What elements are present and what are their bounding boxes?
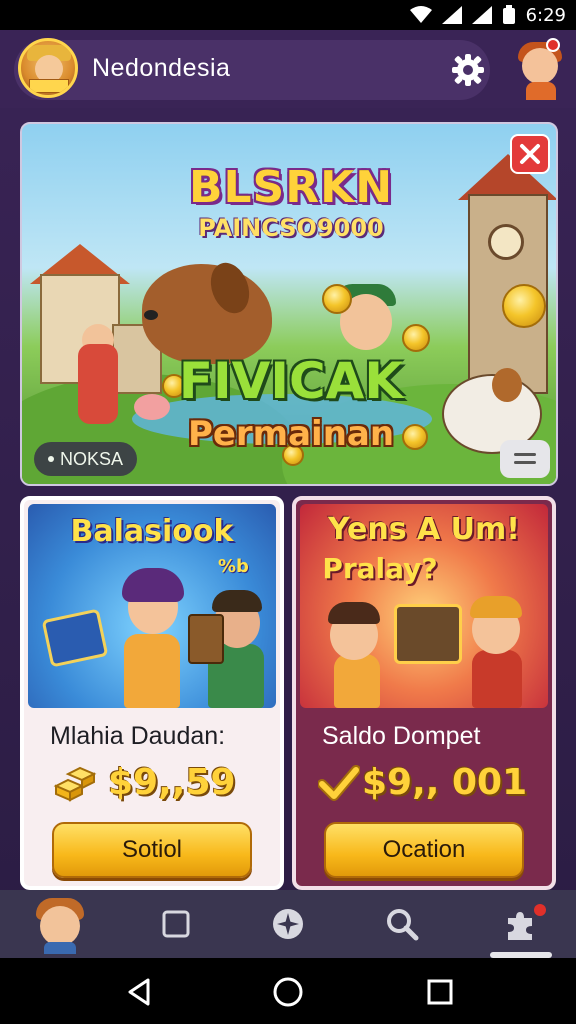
dog-illustration: [142, 264, 272, 364]
card-amount: $9,,59: [108, 762, 236, 803]
hero-tag-label: NOKSA: [60, 448, 124, 469]
home-icon[interactable]: [272, 976, 304, 1008]
profile-avatar-icon[interactable]: [514, 38, 570, 100]
square-icon[interactable]: [152, 900, 200, 948]
back-icon[interactable]: [124, 976, 156, 1008]
bullet-icon: [48, 456, 54, 462]
checkmark-icon: [317, 764, 366, 806]
clock-time: 6:29: [525, 4, 566, 26]
head-shape: [522, 48, 558, 84]
hero-banner[interactable]: BLSRKN PAINCSO9000 FIVICAK Permainan NOK…: [20, 122, 558, 486]
search-icon[interactable]: [378, 900, 426, 948]
close-icon[interactable]: [510, 134, 550, 174]
card-image-subtitle: %b: [218, 556, 249, 577]
header-pill: [14, 40, 490, 100]
gold-bars-icon: [50, 764, 98, 806]
coin-icon: [502, 284, 546, 328]
girl-body: [334, 654, 380, 708]
notification-dot: [534, 904, 546, 916]
rewards-card[interactable]: Balasiook %b Mlahia Daudan: $9,,59 Sotio…: [20, 496, 284, 890]
notification-badge: [546, 38, 560, 52]
tablet-illustration: [41, 608, 109, 668]
hero-tag-button[interactable]: NOKSA: [34, 442, 138, 476]
girl-hair: [122, 568, 184, 602]
girl-hair: [328, 602, 380, 624]
card-illustration: Yens A Um! Pralay?: [300, 504, 548, 708]
coin-icon: [322, 284, 352, 314]
menu-icon[interactable]: [500, 440, 550, 478]
app-title: Nedondesia: [92, 54, 231, 82]
signal-icon: [441, 6, 462, 24]
hero-subtitle: PAINCSO9000: [198, 214, 384, 242]
boy-hair: [212, 590, 262, 612]
treasure-chest-illustration: [394, 604, 462, 664]
boy-body: [472, 650, 522, 708]
app-header: Nedondesia: [0, 30, 576, 108]
card-image-subtitle: Pralay?: [322, 552, 438, 585]
bottom-nav: [0, 890, 576, 958]
card-action-button[interactable]: Sotiol: [52, 822, 252, 878]
signal-icon-2: [471, 6, 492, 24]
head-shape: [40, 906, 80, 946]
hero-title: BLSRKN: [188, 162, 394, 213]
card-image-title: Balasiook: [70, 514, 234, 549]
compass-icon[interactable]: [264, 900, 312, 948]
nav-avatar-icon[interactable]: [34, 896, 86, 954]
dog-nose: [144, 310, 158, 320]
card-image-title: Yens A Um!: [328, 512, 520, 547]
girl-body: [124, 634, 180, 708]
card-label: Saldo Dompet: [322, 722, 481, 750]
sign-shape: [29, 79, 69, 93]
gear-icon[interactable]: [450, 52, 486, 88]
recents-icon[interactable]: [424, 976, 456, 1008]
boy-hair: [470, 596, 522, 618]
body-shape: [526, 82, 556, 100]
book-stack-illustration: [188, 614, 224, 664]
battery-icon: [502, 5, 515, 24]
wifi-icon: [409, 6, 432, 23]
status-bar: 6:29: [0, 0, 576, 30]
card-amount: $9,, 001: [362, 762, 528, 803]
body-shape: [44, 942, 76, 954]
card-label: Mlahia Daudan:: [50, 722, 226, 750]
card-illustration: Balasiook %b: [28, 504, 276, 708]
coin-icon: [402, 324, 430, 352]
card-action-button[interactable]: Ocation: [324, 822, 524, 878]
hero-title-secondary: FIVICAK: [178, 352, 404, 410]
system-navigation-bar: [0, 958, 576, 1024]
wallet-card[interactable]: Yens A Um! Pralay? Saldo Dompet $9,, 001…: [292, 496, 556, 890]
player-avatar-icon[interactable]: [18, 38, 78, 98]
